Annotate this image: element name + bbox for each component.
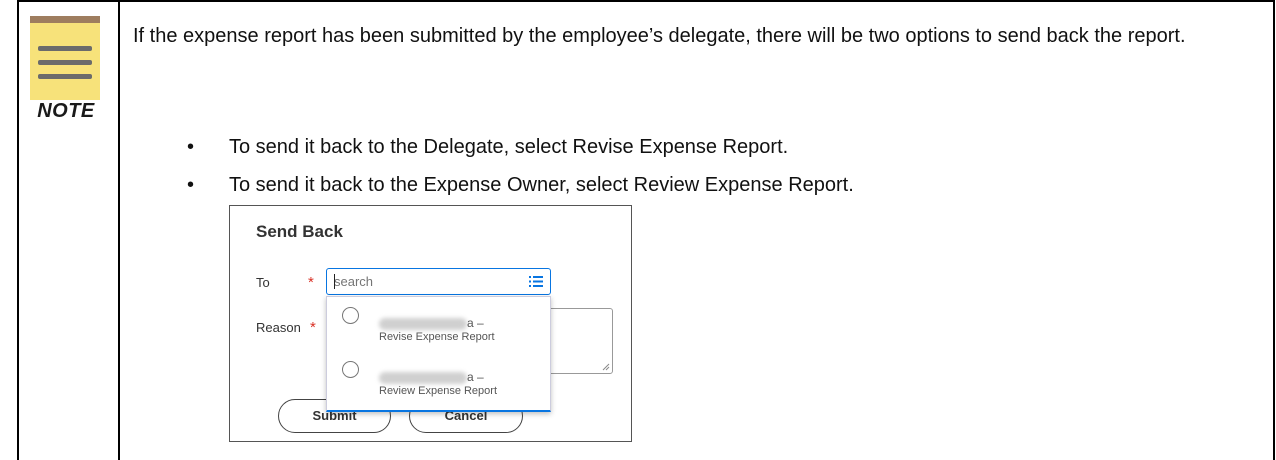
option-subtitle: Review Expense Report [379,385,498,397]
text-cursor [334,274,335,289]
radio-button[interactable] [342,361,359,378]
reason-label: Reason [256,320,301,335]
option-name-tail: a – [467,316,484,330]
list-icon[interactable] [529,275,543,288]
option-name-tail: a – [467,370,484,384]
to-search-field[interactable] [326,268,551,295]
dropdown-option-delegate[interactable]: a – Revise Expense Report [327,303,552,357]
to-label: To [256,275,270,290]
table-border-right [1273,0,1275,460]
option-subtitle: Revise Expense Report [379,331,495,343]
send-back-dialog-screenshot: Send Back To * Reason * Submit Cancel a … [229,205,632,442]
note-table [0,0,1276,460]
resize-handle-icon[interactable] [602,363,610,371]
bullet-dot: • [187,136,195,158]
table-border-left [17,0,19,460]
redacted-name [379,318,467,330]
radio-button[interactable] [342,307,359,324]
dialog-title: Send Back [256,222,343,241]
search-input[interactable] [334,274,514,289]
to-dropdown-list: a – Revise Expense Report a – Review Exp… [326,296,551,412]
required-marker: * [308,274,314,291]
note-label: NOTE [37,100,95,122]
bullet-item: To send it back to the Delegate, select … [229,136,789,158]
note-paragraph: If the expense report has been submitted… [133,25,1186,47]
required-marker: * [310,319,316,336]
note-icon [30,16,100,100]
dropdown-option-owner[interactable]: a – Review Expense Report [327,357,552,411]
table-border-top [17,0,1275,2]
table-border-divider [118,0,120,460]
redacted-name [379,372,467,384]
bullet-item: To send it back to the Expense Owner, se… [229,174,854,196]
bullet-dot: • [187,174,195,196]
